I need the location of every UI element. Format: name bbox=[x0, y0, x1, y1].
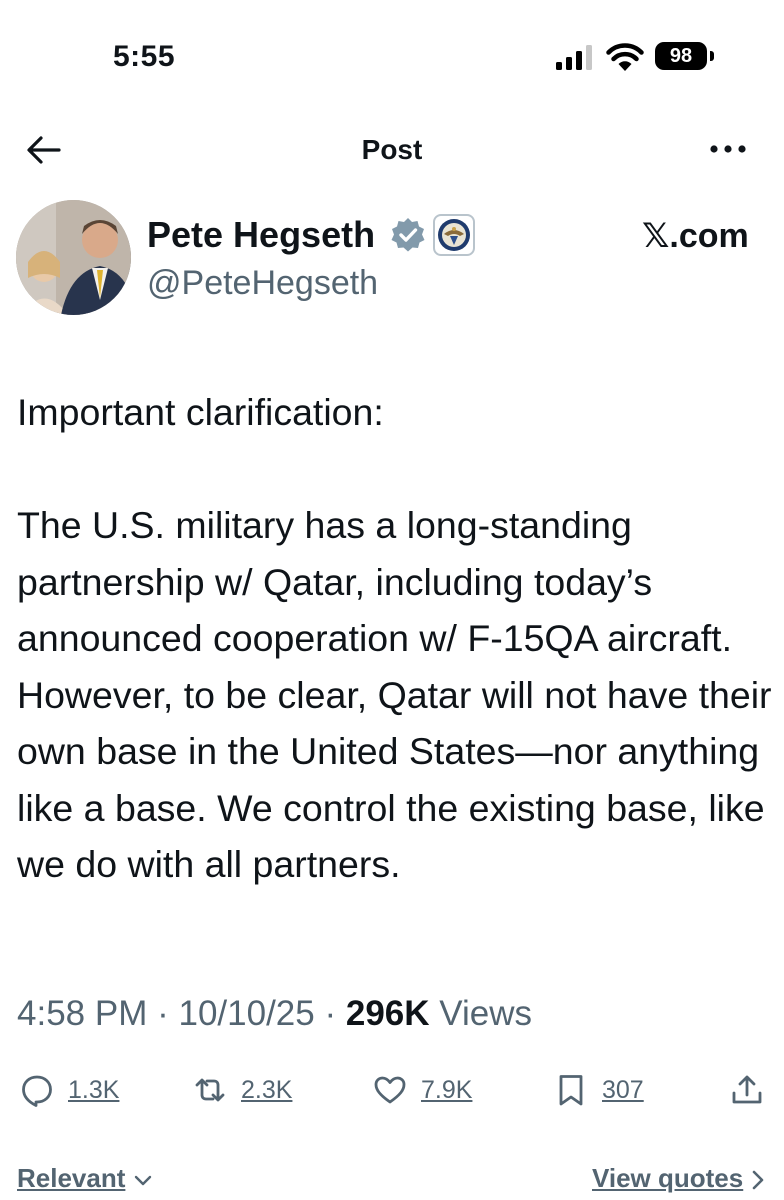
reply-sort-dropdown[interactable]: Relevant bbox=[17, 1163, 153, 1194]
heart-icon bbox=[374, 1076, 406, 1104]
wifi-icon bbox=[606, 43, 644, 71]
meta-separator: · bbox=[324, 994, 337, 1033]
reply-count: 1.3K bbox=[68, 1075, 120, 1104]
page-title: Post bbox=[361, 134, 423, 165]
views-label: Views bbox=[439, 994, 532, 1033]
avatar-photo bbox=[16, 200, 131, 315]
reply-sort-label: Relevant bbox=[17, 1163, 126, 1193]
department-of-defense-seal-icon bbox=[433, 214, 475, 256]
repost-button[interactable]: 2.3K bbox=[193, 1070, 292, 1110]
share-button[interactable] bbox=[730, 1070, 764, 1110]
more-options-icon[interactable] bbox=[708, 136, 748, 162]
view-quotes-link[interactable]: View quotes bbox=[592, 1163, 766, 1194]
post-meta: 4:58 PM · 10/10/25 · 296K Views bbox=[17, 994, 532, 1034]
avatar[interactable] bbox=[16, 200, 131, 315]
verified-badge-icon bbox=[391, 218, 425, 252]
bookmark-icon bbox=[559, 1075, 583, 1106]
post-date[interactable]: 10/10/25 bbox=[178, 994, 314, 1033]
like-count: 7.9K bbox=[421, 1075, 473, 1104]
reply-button[interactable]: 1.3K bbox=[20, 1070, 119, 1110]
site-watermark: 𝕏.com bbox=[642, 217, 749, 255]
share-icon bbox=[732, 1075, 762, 1104]
view-quotes-label: View quotes bbox=[592, 1163, 744, 1193]
repost-icon bbox=[195, 1078, 225, 1102]
like-button[interactable]: 7.9K bbox=[373, 1070, 472, 1110]
meta-separator: · bbox=[157, 994, 169, 1033]
post-time[interactable]: 4:58 PM bbox=[17, 994, 147, 1033]
views-count: 296K bbox=[345, 994, 430, 1033]
back-arrow-icon[interactable] bbox=[26, 134, 62, 166]
author-handle[interactable]: @PeteHegseth bbox=[147, 264, 378, 303]
cellular-signal-icon bbox=[556, 45, 592, 70]
reply-icon bbox=[22, 1075, 52, 1107]
repost-count: 2.3K bbox=[241, 1075, 293, 1104]
post-text: Important clarification: The U.S. milita… bbox=[17, 384, 777, 893]
post-paragraph: The U.S. military has a long-standing pa… bbox=[17, 504, 772, 885]
chevron-right-icon bbox=[753, 1170, 764, 1190]
chevron-down-icon bbox=[134, 1175, 151, 1186]
author-name[interactable]: Pete Hegseth bbox=[147, 214, 375, 256]
bookmark-count: 307 bbox=[602, 1075, 644, 1104]
battery-level: 98 bbox=[655, 42, 707, 70]
status-time: 5:55 bbox=[113, 40, 176, 73]
bookmark-button[interactable]: 307 bbox=[554, 1070, 644, 1110]
post-paragraph: Important clarification: bbox=[17, 391, 384, 433]
